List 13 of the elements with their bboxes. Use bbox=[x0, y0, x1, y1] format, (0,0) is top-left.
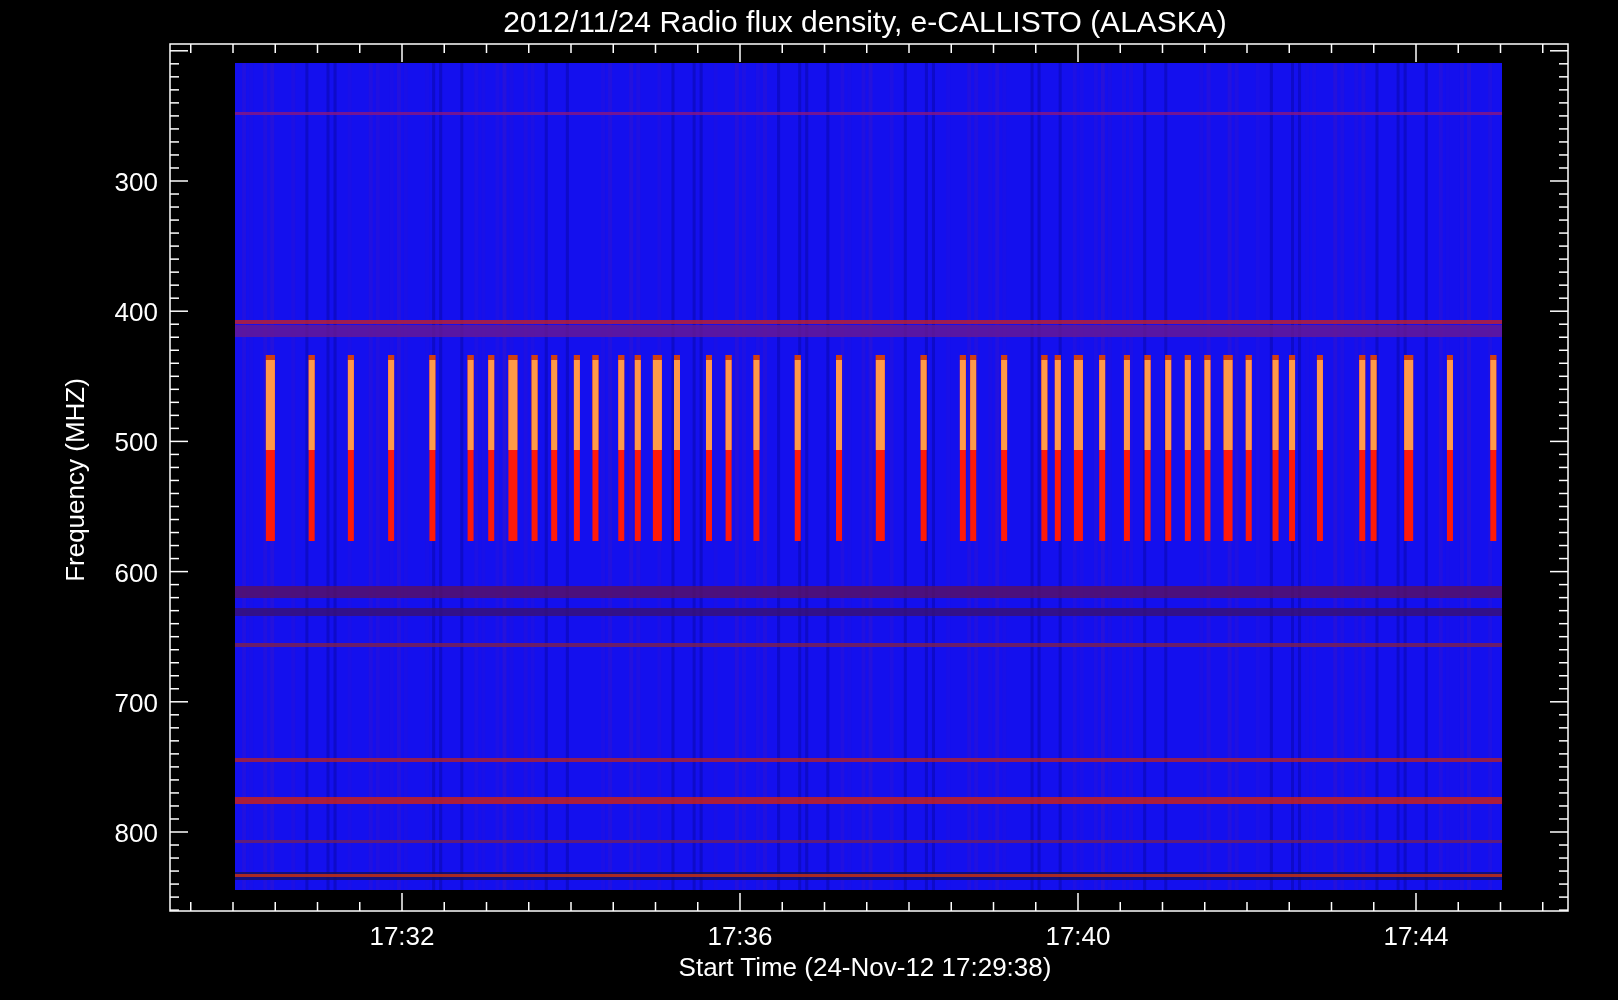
chart-title: 2012/11/24 Radio flux density, e-CALLISTO (ALASKA) bbox=[503, 5, 1227, 38]
x-tick-label: 17:32 bbox=[369, 921, 435, 951]
y-tick-label: 300 bbox=[114, 167, 158, 197]
x-tick-label: 17:44 bbox=[1383, 921, 1449, 951]
y-tick-label: 500 bbox=[114, 427, 158, 458]
x-tick-label: 17:36 bbox=[707, 921, 773, 951]
x-tick-label: 17:40 bbox=[1045, 921, 1111, 951]
x-axis-label: Start Time (24-Nov-12 17:29:38) bbox=[678, 952, 1052, 982]
y-tick-label: 800 bbox=[114, 818, 158, 848]
y-tick-label: 400 bbox=[114, 297, 158, 328]
y-axis-label: Frequency (MHZ) bbox=[60, 378, 90, 582]
y-tick-label: 600 bbox=[114, 557, 158, 588]
y-tick-label: 700 bbox=[114, 687, 158, 718]
